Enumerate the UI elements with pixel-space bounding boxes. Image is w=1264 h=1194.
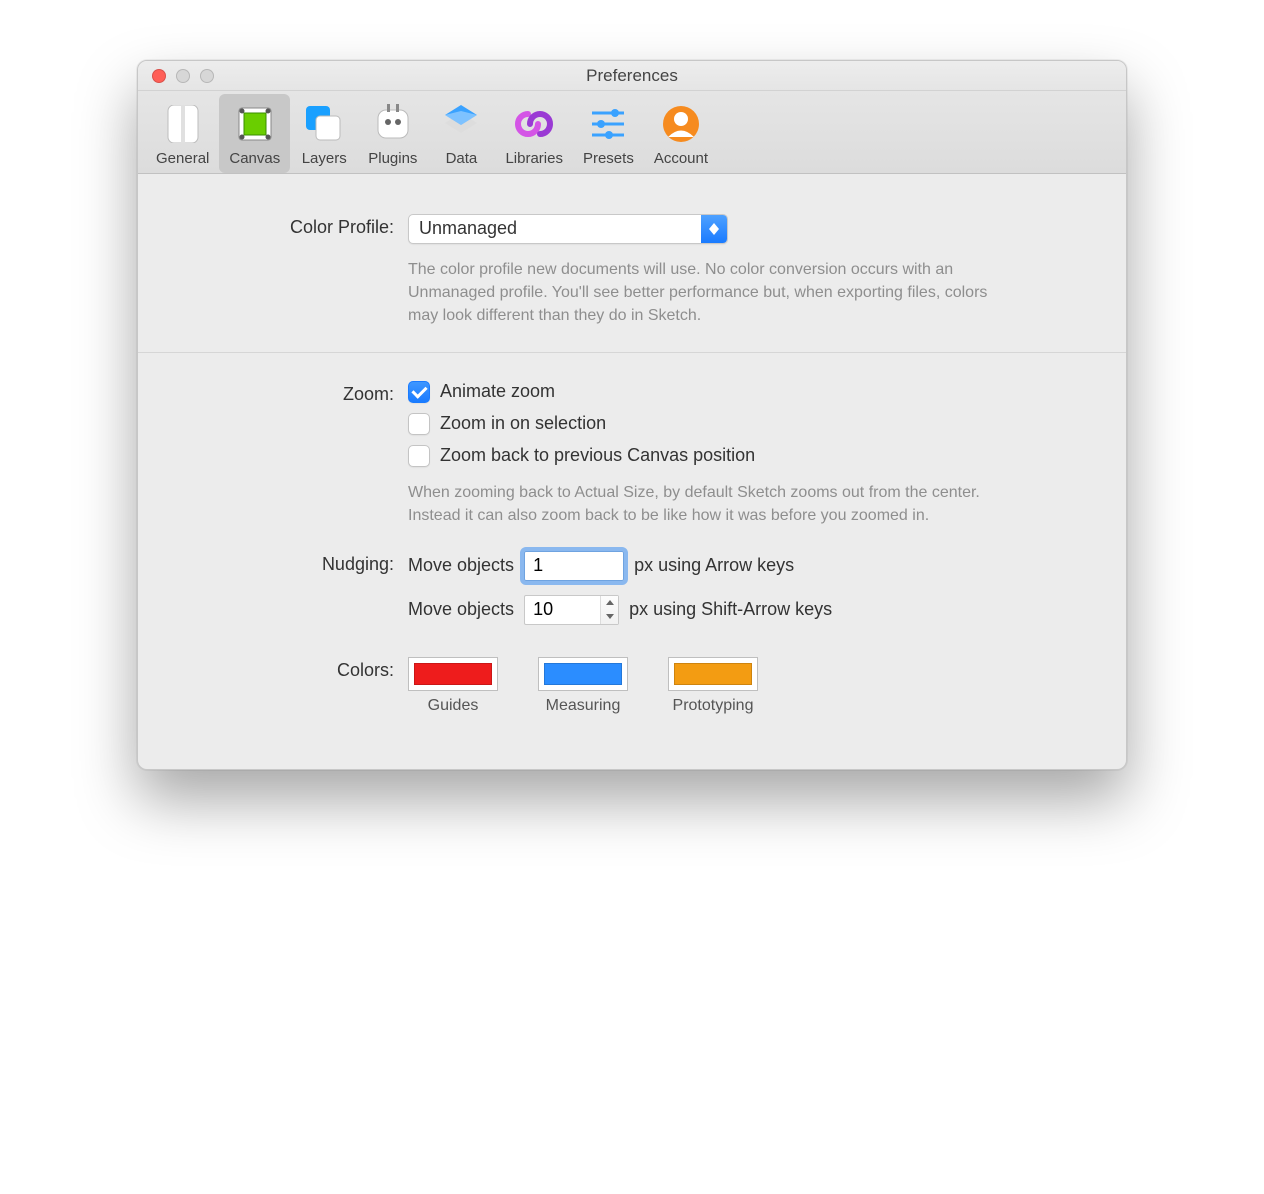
close-icon[interactable]	[152, 69, 166, 83]
tab-general[interactable]: General	[146, 94, 219, 173]
toolbar: General Canvas Layers Plugins Data	[138, 91, 1126, 174]
color-profile-select[interactable]: Unmanaged	[408, 214, 728, 244]
plugins-icon	[369, 100, 417, 148]
tab-presets[interactable]: Presets	[573, 94, 644, 173]
guides-swatch	[414, 663, 492, 685]
zoom-on-selection-label: Zoom in on selection	[440, 413, 606, 434]
zoom-back-previous-label: Zoom back to previous Canvas position	[440, 445, 755, 466]
zoom-on-selection-checkbox[interactable]	[408, 413, 430, 435]
nudge-shift-stepper[interactable]	[524, 595, 619, 625]
zoom-back-previous-checkbox[interactable]	[408, 445, 430, 467]
window-title: Preferences	[586, 66, 678, 86]
account-icon	[657, 100, 705, 148]
stepper-arrows-icon[interactable]	[600, 596, 618, 624]
layers-icon	[300, 100, 348, 148]
libraries-icon	[510, 100, 558, 148]
measuring-swatch	[544, 663, 622, 685]
zoom-label: Zoom:	[208, 381, 408, 405]
zoom-window-icon[interactable]	[200, 69, 214, 83]
tab-layers[interactable]: Layers	[290, 94, 358, 173]
nudging-label: Nudging:	[208, 551, 408, 575]
tab-account[interactable]: Account	[644, 94, 718, 173]
colors-label: Colors:	[208, 657, 408, 681]
nudge-arrow-prefix: Move objects	[408, 555, 514, 576]
data-icon	[437, 100, 485, 148]
color-profile-label: Color Profile:	[208, 214, 408, 238]
animate-zoom-checkbox[interactable]	[408, 381, 430, 403]
tab-data[interactable]: Data	[427, 94, 495, 173]
prototyping-color-label: Prototyping	[673, 697, 754, 715]
nudge-shift-suffix: px using Shift-Arrow keys	[629, 599, 832, 620]
animate-zoom-label: Animate zoom	[440, 381, 555, 402]
guides-color-button[interactable]	[408, 657, 498, 691]
preferences-window: Preferences General Canvas Layers Plug	[137, 60, 1127, 770]
zoom-help: When zooming back to Actual Size, by def…	[408, 481, 1008, 527]
minimize-icon[interactable]	[176, 69, 190, 83]
prototyping-swatch	[674, 663, 752, 685]
guides-color-label: Guides	[428, 697, 479, 715]
titlebar: Preferences	[138, 61, 1126, 91]
nudge-shift-prefix: Move objects	[408, 599, 514, 620]
nudge-arrow-suffix: px using Arrow keys	[634, 555, 794, 576]
tab-libraries[interactable]: Libraries	[495, 94, 573, 173]
divider	[138, 352, 1126, 353]
window-controls	[152, 69, 214, 83]
nudge-arrow-input[interactable]	[524, 551, 624, 581]
canvas-icon	[231, 100, 279, 148]
color-profile-help: The color profile new documents will use…	[408, 258, 1008, 328]
measuring-color-button[interactable]	[538, 657, 628, 691]
nudge-shift-input[interactable]	[525, 596, 600, 624]
measuring-color-label: Measuring	[546, 697, 621, 715]
content-pane: Color Profile: Unmanaged The color profi…	[138, 174, 1126, 769]
chevron-up-down-icon	[701, 215, 727, 243]
tab-canvas[interactable]: Canvas	[219, 94, 290, 173]
tab-plugins[interactable]: Plugins	[358, 94, 427, 173]
general-icon	[159, 100, 207, 148]
presets-icon	[584, 100, 632, 148]
prototyping-color-button[interactable]	[668, 657, 758, 691]
